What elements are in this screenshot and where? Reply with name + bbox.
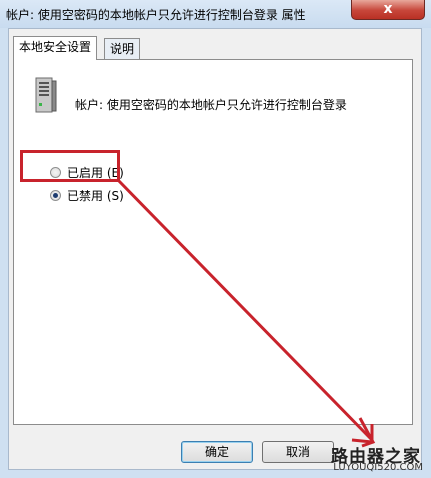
properties-dialog: 帐户: 使用空密码的本地帐户只允许进行控制台登录 属性 x 本地安全设置 说明 …: [0, 0, 431, 478]
annotation-arrow: [116, 178, 376, 448]
watermark: 路由器之家 LUYOUQI520.COM: [311, 442, 429, 476]
watermark-url: LUYOUQI520.COM: [333, 462, 423, 473]
